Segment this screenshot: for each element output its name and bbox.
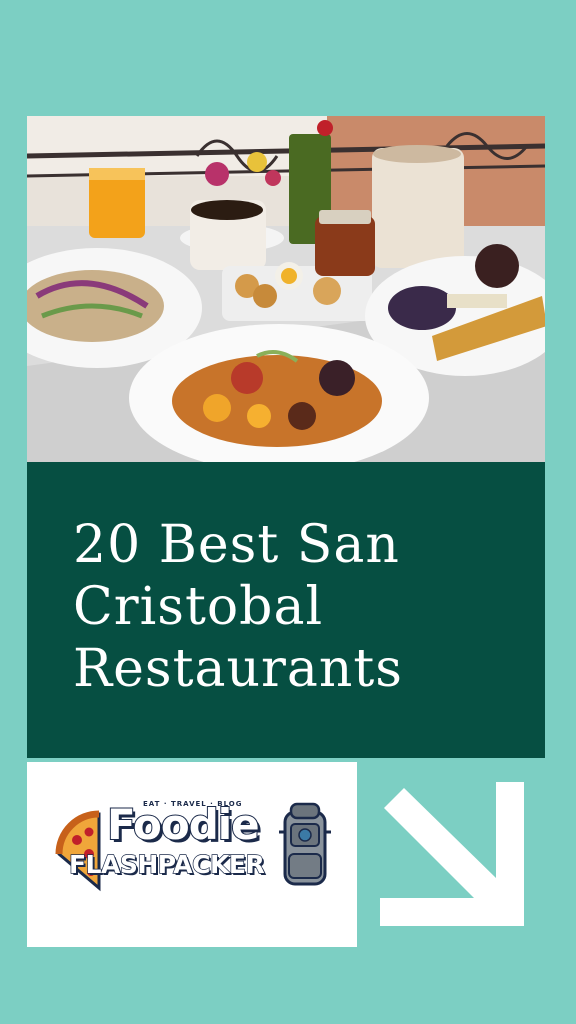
title-panel: 20 Best San Cristobal Restaurants	[27, 462, 545, 758]
page-title: 20 Best San Cristobal Restaurants	[73, 514, 513, 700]
backpack-icon	[279, 802, 331, 886]
title-line-3: Restaurants	[73, 639, 403, 699]
logo-word-flashpacker: FLASHPACKER	[68, 850, 265, 879]
logo-panel[interactable]: EAT · TRAVEL · BLOG Foodie FLASHPACKER	[27, 762, 357, 947]
food-photo-illustration	[27, 116, 545, 462]
title-line-2: Cristobal	[73, 577, 324, 637]
hero-photo	[27, 116, 545, 462]
arrow-down-right-icon[interactable]	[378, 780, 528, 930]
logo-word-foodie: Foodie	[106, 800, 261, 849]
foodie-flashpacker-logo[interactable]: EAT · TRAVEL · BLOG Foodie FLASHPACKER	[55, 800, 340, 900]
title-line-1: 20 Best San	[73, 515, 400, 575]
